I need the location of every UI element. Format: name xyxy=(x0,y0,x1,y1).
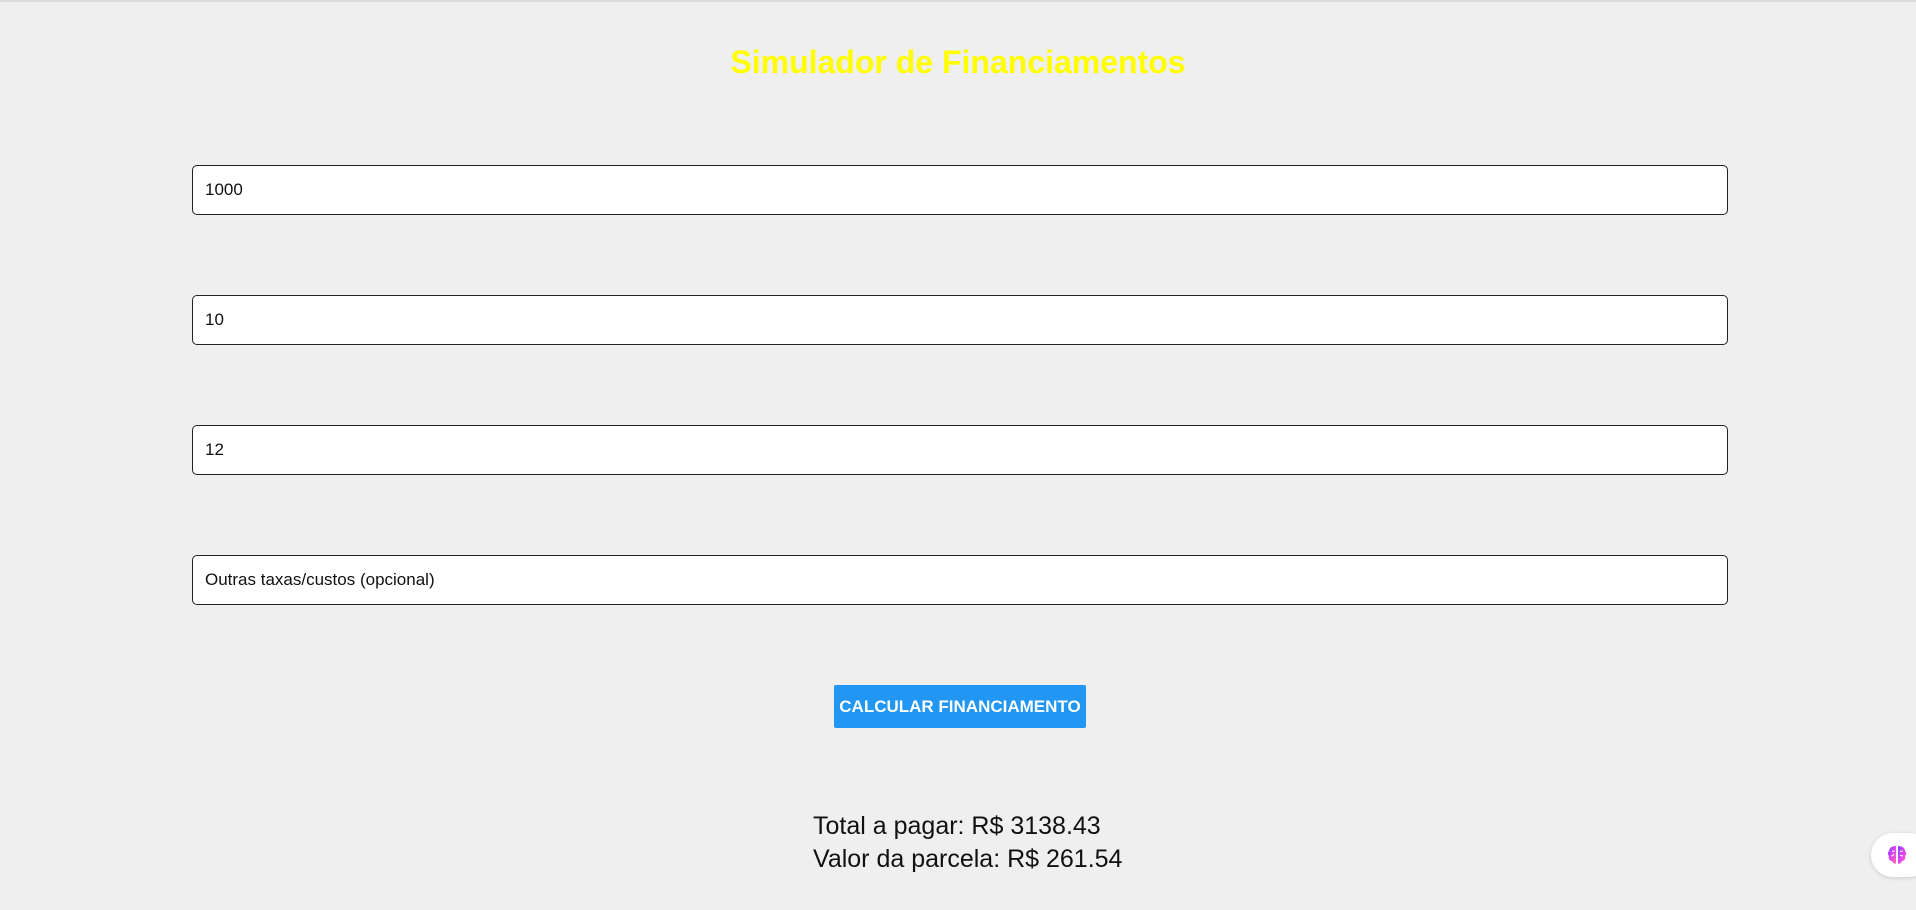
results: Total a pagar: R$ 3138.43 Valor da parce… xyxy=(813,810,1122,876)
brain-icon xyxy=(1887,846,1907,864)
top-divider xyxy=(0,0,1916,2)
page: Simulador de Financiamentos CALCULAR FIN… xyxy=(0,0,1916,910)
installment-result: Valor da parcela: R$ 261.54 xyxy=(813,845,1123,873)
page-title: Simulador de Financiamentos xyxy=(730,44,1186,80)
calculate-button[interactable]: CALCULAR FINANCIAMENTO xyxy=(834,685,1086,728)
other-costs-input[interactable] xyxy=(192,555,1728,605)
extension-button[interactable] xyxy=(1871,833,1916,877)
installments-input[interactable] xyxy=(192,425,1728,475)
total-result: Total a pagar: R$ 3138.43 xyxy=(813,812,1101,840)
amount-input[interactable] xyxy=(192,165,1728,215)
interest-rate-input[interactable] xyxy=(192,295,1728,345)
